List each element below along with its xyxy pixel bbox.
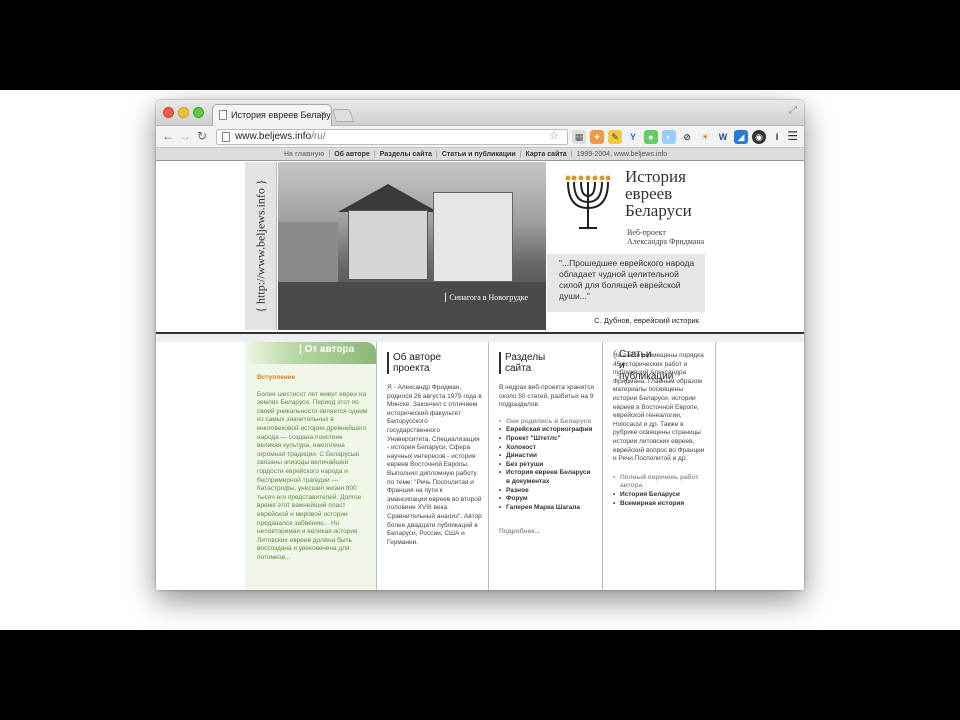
- browser-window: История евреев Беларуси × ⤢ ← → ↻ www.be…: [156, 100, 804, 590]
- url-path: /ru/: [311, 131, 326, 142]
- extension-icon[interactable]: I: [770, 130, 784, 144]
- author-intro-text: Более шестисот лет живут евреи на землях…: [257, 390, 368, 561]
- section-link[interactable]: Холокост: [499, 444, 596, 453]
- vertical-url-strip: { http://www.beljews.info }: [245, 162, 277, 330]
- publications-column: Статьи и публикации На сайте размещены п…: [602, 342, 716, 590]
- more-link[interactable]: Подробнее...: [499, 528, 596, 537]
- sections-heading[interactable]: Разделы сайта: [499, 352, 596, 374]
- slide-background: История евреев Беларуси × ⤢ ← → ↻ www.be…: [0, 90, 960, 630]
- sections-list: Они родились в Беларуси Еврейская истори…: [499, 418, 596, 513]
- tab-title: История евреев Беларуси: [231, 110, 332, 120]
- extension-icon[interactable]: ●: [644, 130, 658, 144]
- extension-icon[interactable]: ◐: [662, 130, 676, 144]
- browser-toolbar: ← → ↻ www.beljews.info/ru/ ☆ ▦ ✦ ✎ Y ● ◐…: [156, 126, 804, 148]
- publication-link[interactable]: История Беларуси: [613, 491, 709, 500]
- section-link[interactable]: Проект "Штетлс": [499, 435, 596, 444]
- quote-author: С. Дубнов, еврейский историк: [594, 316, 699, 325]
- page-icon: [219, 110, 227, 120]
- url-host: www.beljews.info: [235, 131, 312, 142]
- nav-articles-link[interactable]: Статьи и публикации: [442, 151, 516, 158]
- publication-link[interactable]: Всемирная история: [613, 500, 709, 509]
- sections-text: В недрах веб-проекта хранятся около 50 с…: [499, 384, 594, 409]
- extension-icon[interactable]: ⊘: [680, 130, 694, 144]
- about-column: Об авторе проекта Я - Александр Фридман,…: [376, 342, 488, 590]
- extension-icon[interactable]: ✎: [608, 130, 622, 144]
- extension-icon[interactable]: ☀: [698, 130, 712, 144]
- extension-icon[interactable]: ✦: [590, 130, 604, 144]
- logo-title: История евреев Беларуси: [625, 167, 692, 220]
- logo-subtitle: Веб-проект Александра Фридмана: [627, 228, 705, 246]
- back-arrow-icon[interactable]: ←: [162, 129, 174, 143]
- title-bar: История евреев Беларуси × ⤢: [156, 100, 804, 126]
- forward-arrow-icon[interactable]: →: [179, 129, 191, 143]
- zoom-window-button[interactable]: [193, 107, 204, 118]
- intro-link[interactable]: Вступление: [245, 364, 376, 383]
- extension-icon[interactable]: Y: [626, 130, 640, 144]
- about-heading[interactable]: Об авторе проекта: [387, 352, 482, 374]
- publication-link[interactable]: Полный перечень работ автора: [613, 474, 709, 491]
- nav-sections-link[interactable]: Разделы сайта: [380, 151, 432, 158]
- reload-icon[interactable]: ↻: [197, 129, 207, 143]
- minimize-window-button[interactable]: [178, 107, 189, 118]
- extension-icon[interactable]: ▦: [572, 130, 586, 144]
- section-link[interactable]: Форум: [499, 495, 596, 504]
- publications-text: На сайте размещены порядка 45 историческ…: [613, 352, 705, 463]
- extension-icon[interactable]: ◉: [752, 130, 766, 144]
- new-tab-button[interactable]: [331, 109, 355, 122]
- publications-heading[interactable]: Статьи и публикации: [613, 349, 673, 382]
- nav-home-link[interactable]: На главную: [284, 151, 324, 158]
- close-window-button[interactable]: [163, 107, 174, 118]
- extension-icon[interactable]: W: [716, 130, 730, 144]
- author-column: | От автора Вступление Более шестисот ле…: [245, 342, 376, 590]
- close-tab-icon[interactable]: ×: [320, 109, 326, 120]
- browser-tab[interactable]: История евреев Беларуси ×: [212, 104, 332, 126]
- author-heading: | От автора: [245, 342, 376, 364]
- section-link[interactable]: История евреев Беларуси в документах: [499, 469, 596, 486]
- menu-icon[interactable]: ☰: [787, 129, 798, 143]
- fullscreen-icon[interactable]: ⤢: [789, 105, 797, 116]
- publications-list: Полный перечень работ автора История Бел…: [613, 474, 709, 508]
- nav-sitemap-link[interactable]: Карта сайта: [526, 151, 567, 158]
- menorah-icon: [565, 175, 611, 229]
- bookmark-star-icon[interactable]: ☆: [549, 129, 559, 142]
- site-nav-bar: На главную | Об авторе | Разделы сайта | Стать…: [156, 148, 804, 161]
- vertical-url-text: { http://www.beljews.info }: [253, 179, 268, 313]
- section-link[interactable]: Галерея Марка Шагала: [499, 504, 596, 513]
- extension-icon[interactable]: ◢: [734, 130, 748, 144]
- dubnov-quote: "...Прошедшее еврейского народа обладает…: [547, 254, 705, 312]
- section-link[interactable]: Еврейская историография: [499, 426, 596, 435]
- page-icon: [222, 132, 230, 142]
- synagogue-photo: Синагога в Новогрудке: [278, 162, 546, 330]
- header-banner: { http://www.beljews.info } Синагога в Н…: [245, 162, 705, 330]
- copyright-text: 1999-2004, www.beljews.info: [576, 151, 668, 158]
- section-link[interactable]: Династии: [499, 452, 596, 461]
- about-text: Я - Александр Фридман, родился 26 август…: [387, 384, 482, 546]
- site-logo: История евреев Беларуси Веб-проект Алекс…: [547, 162, 705, 330]
- header-band: [156, 334, 804, 342]
- photo-caption: Синагога в Новогрудке: [445, 293, 528, 302]
- nav-about-link[interactable]: Об авторе: [334, 151, 370, 158]
- section-link[interactable]: Без ретуши: [499, 461, 596, 470]
- address-bar[interactable]: www.beljews.info/ru/: [216, 129, 568, 145]
- section-link[interactable]: Разное: [499, 487, 596, 496]
- sections-column: Разделы сайта В недрах веб-проекта храня…: [488, 342, 602, 590]
